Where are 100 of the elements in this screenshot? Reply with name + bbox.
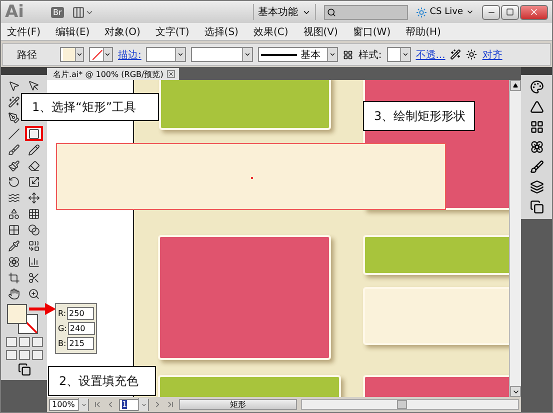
scissors-icon — [28, 272, 40, 284]
none-button[interactable] — [32, 337, 42, 347]
stroke-link[interactable]: 描边: — [118, 48, 142, 62]
vertical-scrollbar[interactable] — [509, 80, 521, 397]
minimize-button[interactable] — [482, 4, 500, 20]
channel-field[interactable]: 250 — [67, 307, 94, 320]
caret-icon — [402, 51, 409, 58]
menu-item[interactable]: 编辑(E) — [56, 24, 90, 38]
pointer-arrow — [29, 303, 56, 315]
align-link[interactable]: 对齐 — [482, 48, 502, 62]
eraser-icon — [28, 160, 40, 172]
swatches-icon[interactable] — [530, 120, 544, 134]
caret-icon — [76, 51, 83, 58]
stroke-dropdown[interactable] — [89, 47, 113, 62]
menu-item[interactable]: 对象(O) — [104, 24, 140, 38]
first-icon — [93, 400, 102, 409]
gradient-icon[interactable] — [530, 100, 544, 114]
palette-icon[interactable] — [530, 80, 544, 94]
grid-icon[interactable] — [343, 50, 354, 60]
first-button[interactable] — [93, 400, 102, 410]
scroll-up-button[interactable] — [510, 80, 521, 91]
chart-icon — [28, 256, 40, 268]
fill-stroke-control[interactable] — [7, 304, 41, 334]
last-icon — [166, 400, 175, 409]
color-button[interactable] — [6, 337, 16, 347]
channel-label: G: — [58, 324, 67, 333]
draw-behind-button[interactable] — [18, 350, 30, 360]
channel-field[interactable]: 240 — [68, 322, 95, 335]
brush-icon[interactable] — [530, 160, 544, 174]
callout-label: 1、选择“矩形”工具 — [21, 93, 159, 121]
scroll-down-button[interactable] — [510, 386, 521, 397]
menu-item[interactable]: 窗口(W) — [352, 24, 391, 38]
artboards-icon[interactable] — [530, 200, 544, 214]
rotate-icon — [8, 176, 20, 188]
menu-item[interactable]: 效果(C) — [253, 24, 288, 38]
document-tab[interactable]: 名片.ai* @ 100% (RGB/预览) — [47, 68, 180, 80]
next-button[interactable] — [153, 400, 162, 410]
menu-item[interactable]: 文件(F) — [7, 24, 41, 38]
opacity-link[interactable]: 不透... — [416, 48, 446, 62]
shapes-icon — [8, 208, 20, 220]
blend-icon — [28, 224, 40, 236]
search-icon — [326, 8, 336, 16]
menu-item[interactable]: 帮助(H) — [406, 24, 441, 38]
draw-normal-button[interactable] — [6, 350, 16, 360]
caret-icon — [177, 51, 184, 58]
channel-field[interactable]: 215 — [67, 337, 94, 350]
next-icon — [153, 400, 162, 409]
horizontal-scrollbar[interactable] — [301, 399, 519, 410]
close-button[interactable] — [520, 4, 548, 20]
flower-icon[interactable] — [530, 140, 544, 154]
panel-header — [1, 67, 47, 75]
layers-icon[interactable] — [530, 180, 544, 194]
close-icon — [168, 71, 174, 77]
current-tool-status[interactable]: 矩形 — [179, 399, 297, 410]
object-type-label: 路径 — [17, 48, 37, 62]
cs-live-button[interactable]: CS Live — [416, 6, 474, 18]
maximize-button[interactable] — [501, 4, 519, 20]
columns-icon — [72, 6, 85, 18]
menu-item[interactable]: 文字(T) — [155, 24, 190, 38]
move-icon — [28, 192, 40, 204]
caret-icon — [140, 402, 146, 408]
hand-icon — [8, 288, 20, 300]
scale-icon — [28, 176, 40, 188]
gradient-button[interactable] — [18, 337, 30, 347]
channel-label: R: — [58, 309, 66, 318]
none-icon — [92, 48, 103, 60]
last-button[interactable] — [166, 400, 175, 410]
flower-icon — [8, 256, 20, 268]
pencil-icon — [28, 144, 40, 156]
arrange-documents-button[interactable] — [72, 6, 94, 18]
previous-icon — [106, 400, 115, 409]
pointer-icon — [28, 80, 40, 92]
previous-button[interactable] — [106, 400, 115, 410]
zoom-icon — [28, 288, 40, 300]
panel-header — [521, 67, 552, 75]
search-field[interactable] — [324, 4, 408, 20]
wand-icon[interactable] — [450, 49, 462, 60]
brush-dropdown[interactable]: 基本 — [258, 47, 338, 62]
zoom-dropdown[interactable]: 100% — [49, 398, 89, 410]
menu-item[interactable]: 选择(S) — [204, 24, 238, 38]
callout-label: 3、绘制矩形形状 — [363, 101, 475, 131]
maximize-icon — [506, 8, 514, 16]
draw-inside-button[interactable] — [32, 350, 42, 360]
combine-icon — [28, 240, 40, 252]
screen-mode-icon[interactable] — [18, 363, 30, 376]
style-dropdown[interactable] — [386, 47, 411, 62]
scroll-thumb[interactable] — [397, 400, 407, 409]
sun-icon — [416, 6, 427, 18]
wand-icon — [8, 96, 20, 108]
fill-dropdown[interactable] — [60, 47, 84, 62]
rectangle-tool-button[interactable] — [25, 126, 43, 141]
stroke-weight-field[interactable] — [146, 47, 186, 62]
artboard-dropdown[interactable]: 1 — [119, 398, 149, 410]
menu-item[interactable]: 视图(V) — [303, 24, 338, 38]
variable-width-dropdown[interactable] — [191, 47, 254, 62]
workspace-dropdown[interactable]: 基本功能 — [252, 4, 316, 20]
eyedropper-icon — [8, 240, 20, 252]
bridge-button[interactable]: Br — [51, 6, 64, 18]
tab-close-button[interactable] — [167, 70, 176, 78]
app-logo: Ai — [5, 2, 25, 22]
